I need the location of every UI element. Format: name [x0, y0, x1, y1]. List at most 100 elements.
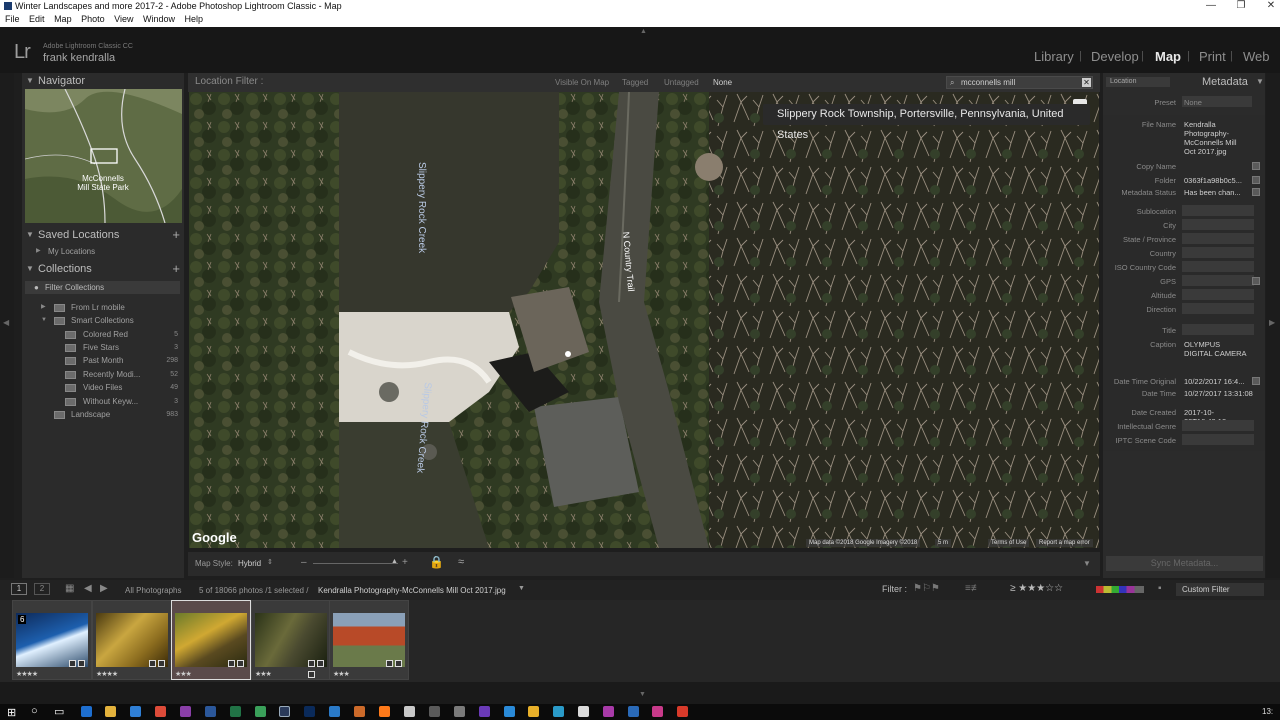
- collection-item-video-files[interactable]: Video Files 49: [22, 381, 184, 394]
- store-icon[interactable]: [130, 706, 141, 717]
- color-label-filter[interactable]: [1096, 586, 1144, 593]
- collection-item-without-keywords[interactable]: Without Keyw... 3: [22, 395, 184, 408]
- app-icon[interactable]: [504, 706, 515, 717]
- visual-studio-icon[interactable]: [479, 706, 490, 717]
- zoom-out-icon[interactable]: –: [301, 557, 307, 568]
- filmstrip-thumbnail[interactable]: ★★★: [329, 600, 409, 680]
- maximize-icon[interactable]: ❐: [1226, 0, 1256, 12]
- minimize-icon[interactable]: —: [1196, 0, 1226, 12]
- iso-code-field[interactable]: [1182, 261, 1254, 272]
- left-panel-edge[interactable]: ◀: [0, 73, 14, 578]
- grid-view-icon[interactable]: ▦: [65, 583, 74, 594]
- filmstrip-filename[interactable]: Kendralla Photography-McConnells Mill Oc…: [318, 586, 506, 595]
- menu-map[interactable]: Map: [54, 12, 72, 27]
- app-icon[interactable]: [404, 706, 415, 717]
- filmstrip-source[interactable]: All Photographs: [125, 586, 181, 595]
- navigator-header[interactable]: ▼ Navigator: [22, 73, 184, 89]
- saved-locations-header[interactable]: ▼ Saved Locations +: [22, 227, 184, 243]
- edge-browser-icon[interactable]: [81, 706, 92, 717]
- list-item[interactable]: ▶ My Locations: [22, 245, 184, 258]
- app-icon[interactable]: [429, 706, 440, 717]
- collection-item-past-month[interactable]: Past Month 298: [22, 354, 184, 367]
- app-icon[interactable]: [603, 706, 614, 717]
- task-view-icon[interactable]: ▭: [54, 705, 64, 718]
- collapse-triangle-icon[interactable]: ▼: [41, 314, 47, 327]
- screen-1-button[interactable]: 1: [11, 583, 27, 595]
- menu-photo[interactable]: Photo: [81, 12, 105, 27]
- iptc-scene-field[interactable]: [1182, 434, 1254, 445]
- add-collection-icon[interactable]: +: [172, 261, 180, 277]
- filter-tagged[interactable]: Tagged: [622, 78, 648, 87]
- gps-field[interactable]: [1182, 275, 1254, 286]
- report-error-link[interactable]: Report a map error: [1036, 539, 1093, 547]
- publisher-icon[interactable]: [255, 706, 266, 717]
- app-icon[interactable]: [329, 706, 340, 717]
- collection-item-five-stars[interactable]: Five Stars 3: [22, 341, 184, 354]
- metadata-status-button[interactable]: [1252, 188, 1260, 196]
- menu-help[interactable]: Help: [185, 12, 204, 27]
- date-edit-button[interactable]: [1252, 377, 1260, 385]
- filmstrip-thumbnail[interactable]: ★★★: [251, 600, 331, 680]
- map-style-select[interactable]: Hybrid: [238, 559, 261, 568]
- app-icon[interactable]: [652, 706, 663, 717]
- altitude-field[interactable]: [1182, 289, 1254, 300]
- app-icon[interactable]: [528, 706, 539, 717]
- clear-search-icon[interactable]: ✕: [1082, 78, 1091, 87]
- collection-item-colored-red[interactable]: Colored Red 5: [22, 328, 184, 341]
- add-location-icon[interactable]: +: [172, 227, 180, 243]
- map-search-input[interactable]: ⌕ mcconnells mill ✕: [946, 76, 1093, 89]
- state-field[interactable]: [1182, 233, 1254, 244]
- navigator-preview[interactable]: McConnells Mill State Park: [25, 89, 182, 223]
- menu-view[interactable]: View: [114, 12, 133, 27]
- windows-start-icon[interactable]: ⊞: [7, 706, 16, 719]
- chrome-icon[interactable]: [155, 706, 166, 717]
- title-field[interactable]: [1182, 324, 1254, 335]
- word-icon[interactable]: [205, 706, 216, 717]
- menu-window[interactable]: Window: [143, 12, 175, 27]
- search-icon[interactable]: ○: [31, 705, 38, 717]
- collection-item-landscape[interactable]: Landscape 983: [22, 408, 184, 421]
- filter-lock-icon[interactable]: ▪: [1158, 583, 1162, 594]
- right-panel-toggle-icon[interactable]: ▶: [1269, 318, 1275, 327]
- tracklog-icon[interactable]: ≈: [458, 556, 464, 568]
- right-panel-edge[interactable]: ▶: [1266, 73, 1280, 578]
- flag-filter-icons[interactable]: ⚑⚐⚑: [913, 583, 940, 594]
- city-field[interactable]: [1182, 219, 1254, 230]
- toolbar-menu-icon[interactable]: ▼: [1083, 559, 1091, 568]
- expand-triangle-icon[interactable]: ▶: [41, 301, 46, 314]
- country-field[interactable]: [1182, 247, 1254, 258]
- module-develop[interactable]: Develop: [1091, 49, 1139, 64]
- app-icon[interactable]: [677, 706, 688, 717]
- bottom-panel-toggle-icon[interactable]: ▼: [639, 691, 646, 698]
- lock-icon[interactable]: 🔒: [429, 555, 444, 569]
- app-icon[interactable]: [553, 706, 564, 717]
- forward-arrow-icon[interactable]: ▶: [100, 583, 108, 594]
- collection-item-smart-collections[interactable]: ▼ Smart Collections: [22, 314, 184, 327]
- collapse-triangle-icon[interactable]: ▼: [1256, 77, 1264, 86]
- collapse-triangle-icon[interactable]: ▼: [26, 261, 34, 277]
- sync-metadata-button[interactable]: Sync Metadata...: [1106, 556, 1263, 571]
- metadata-set-select[interactable]: Location: [1106, 77, 1170, 87]
- copy-name-button[interactable]: [1252, 162, 1260, 170]
- map-view[interactable]: Slippery Rock Creek N Country Trail Slip…: [189, 92, 1099, 548]
- app-icon[interactable]: [628, 706, 639, 717]
- screen-2-button[interactable]: 2: [34, 583, 50, 595]
- filmstrip-thumbnail[interactable]: ★★★★: [92, 600, 172, 680]
- filmstrip-thumbnail-selected[interactable]: ★★★: [171, 600, 251, 680]
- onenote-icon[interactable]: [180, 706, 191, 717]
- map-pin-icon[interactable]: [565, 351, 571, 357]
- zoom-in-icon[interactable]: +: [402, 557, 408, 568]
- sublocation-field[interactable]: [1182, 205, 1254, 216]
- direction-field[interactable]: [1182, 303, 1254, 314]
- close-icon[interactable]: ✕: [1256, 0, 1280, 12]
- genre-field[interactable]: [1182, 420, 1254, 431]
- custom-filter-select[interactable]: Custom Filter: [1176, 583, 1264, 596]
- back-arrow-icon[interactable]: ◀: [84, 583, 92, 594]
- excel-icon[interactable]: [230, 706, 241, 717]
- menu-edit[interactable]: Edit: [29, 12, 45, 27]
- gps-arrow-button[interactable]: [1252, 277, 1260, 285]
- collapse-triangle-icon[interactable]: ▼: [26, 227, 34, 243]
- collapse-triangle-icon[interactable]: ▼: [26, 73, 34, 89]
- module-library[interactable]: Library: [1034, 49, 1074, 64]
- filmstrip-thumbnail[interactable]: 6 ★★★★: [12, 600, 92, 680]
